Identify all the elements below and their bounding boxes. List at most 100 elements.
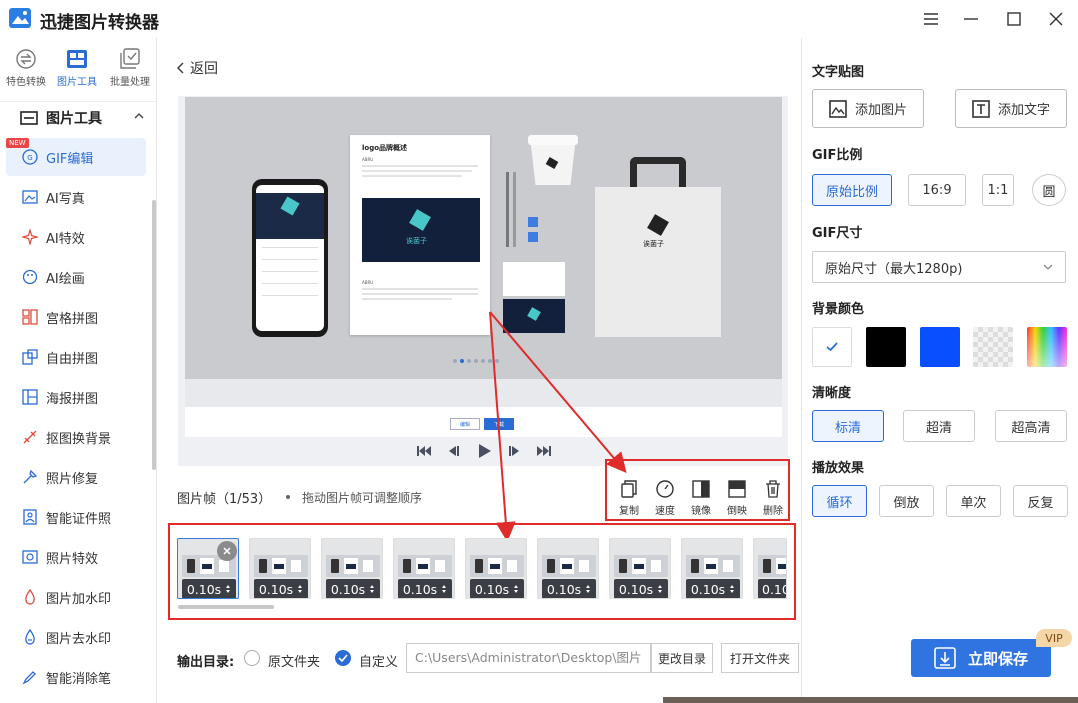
menu-cutout-bg[interactable]: 抠图换背景 [6, 418, 146, 456]
frame-thumb[interactable]: 0.10s [249, 538, 311, 599]
clarity-hd[interactable]: 超清 [903, 410, 975, 442]
clarity-uhd[interactable]: 超高清 [995, 410, 1067, 442]
grid-icon [67, 50, 87, 68]
frame-duration[interactable]: 0.10s [686, 579, 740, 598]
bullet-dot [286, 495, 290, 499]
radio-original-folder[interactable] [244, 650, 260, 666]
open-folder-button[interactable]: 打开文件夹 [721, 643, 799, 673]
back-button[interactable]: 返回 [176, 58, 218, 78]
tools-section-header[interactable]: 图片工具 [20, 108, 102, 128]
id-photo-icon [22, 509, 38, 525]
speed-button[interactable]: 速度 [648, 480, 682, 517]
maximize-icon[interactable] [999, 6, 1029, 32]
menu-id-photo[interactable]: 智能证件照 [6, 498, 146, 536]
ratio-circle[interactable]: 圆 [1032, 174, 1066, 206]
play-loop[interactable]: 循环 [812, 485, 867, 517]
menu-ai-painting[interactable]: AI绘画 [6, 258, 146, 296]
prev-frame-icon[interactable] [445, 442, 463, 460]
swap-icon [16, 49, 36, 69]
doc-brand: 诶菌子 [406, 237, 427, 245]
menu-remove-watermark[interactable]: 图片去水印 [6, 618, 146, 656]
menu-add-watermark[interactable]: 图片加水印 [6, 578, 146, 616]
output-path-input[interactable]: C:\Users\Administrator\Desktop\图片 [406, 643, 651, 673]
check-icon [338, 654, 348, 662]
bg-transparent-swatch[interactable] [973, 327, 1013, 367]
menu-ai-portrait[interactable]: AI写真 [6, 178, 146, 216]
bg-blue-swatch[interactable] [920, 327, 960, 367]
play-reverse[interactable]: 倒放 [879, 485, 934, 517]
frame-thumb[interactable]: 0.10s [321, 538, 383, 599]
watermark-add-icon [22, 589, 38, 605]
chevron-up-icon[interactable] [134, 112, 144, 120]
frame-thumb[interactable]: 0.10s [537, 538, 599, 599]
output-dir-label: 输出目录: [177, 655, 235, 670]
ratio-16-9[interactable]: 16:9 [908, 174, 966, 206]
frame-duration[interactable]: 0.10s [398, 579, 452, 598]
first-frame-icon[interactable] [415, 442, 433, 460]
frame-duration[interactable]: 0.10s [542, 579, 596, 598]
size-select[interactable]: 原始尺寸（最大1280p) [812, 251, 1066, 283]
change-dir-button[interactable]: 更改目录 [651, 643, 713, 673]
menu-icon[interactable] [916, 6, 946, 32]
frame-thumb[interactable]: 0.10 [753, 538, 787, 599]
delete-frame-button[interactable]: 删除 [756, 480, 790, 517]
app-title: 迅捷图片转换器 [40, 13, 159, 33]
frame-duration[interactable]: 0.10s [326, 579, 380, 598]
trash-icon [766, 480, 780, 498]
grid-puzzle-icon [22, 309, 38, 325]
mirror-button[interactable]: 镜像 [684, 480, 718, 517]
ratio-original[interactable]: 原始比例 [812, 174, 892, 206]
frame-thumb[interactable]: 0.10s [609, 538, 671, 599]
menu-ai-effects[interactable]: AI特效 [6, 218, 146, 256]
doc-title: logo品牌概述 [362, 144, 408, 152]
bg-white-swatch[interactable] [812, 327, 852, 367]
play-bounce[interactable]: 反复 [1013, 485, 1068, 517]
tab-image-tools[interactable]: 图片工具 [51, 48, 103, 98]
close-icon[interactable] [1041, 6, 1071, 32]
bg-title: 背景颜色 [812, 302, 865, 317]
frames-hint: 拖动图片帧可调整顺序 [302, 491, 423, 505]
frame-duration[interactable]: 0.10s [254, 579, 308, 598]
minimize-icon[interactable] [956, 6, 986, 32]
chevron-down-icon [1043, 264, 1053, 270]
stepper-icon [658, 585, 663, 593]
reflect-button[interactable]: 倒映 [720, 480, 754, 517]
menu-photo-effects[interactable]: 照片特效 [6, 538, 146, 576]
radio-custom-folder[interactable] [335, 650, 351, 666]
add-text-button[interactable]: 添加文字 [955, 89, 1067, 128]
effect-icon [22, 549, 38, 565]
frame-duration[interactable]: 0.10s [614, 579, 668, 598]
play-once[interactable]: 单次 [946, 485, 1001, 517]
sidebar-scrollbar[interactable] [152, 200, 156, 470]
frame-thumb[interactable]: 0.10s [393, 538, 455, 599]
chevron-left-icon [176, 62, 184, 74]
menu-eraser-pen[interactable]: 智能消除笔 [6, 658, 146, 696]
check-icon [826, 342, 838, 352]
frame-thumb[interactable]: 0.10s [465, 538, 527, 599]
stepper-icon [586, 585, 591, 593]
image-icon [22, 189, 38, 205]
frame-duration[interactable]: 0.10s [182, 579, 236, 598]
menu-poster-puzzle[interactable]: 海报拼图 [6, 378, 146, 416]
clarity-standard[interactable]: 标清 [812, 410, 884, 442]
batch-icon [120, 48, 140, 69]
ratio-1-1[interactable]: 1:1 [982, 174, 1014, 206]
remove-frame-icon[interactable] [217, 541, 237, 561]
divider [0, 101, 156, 102]
tab-batch[interactable]: 批量处理 [104, 48, 156, 98]
new-badge: NEW [6, 138, 29, 148]
menu-photo-repair[interactable]: 照片修复 [6, 458, 146, 496]
menu-free-puzzle[interactable]: 自由拼图 [6, 338, 146, 376]
frame-duration[interactable]: 0.10s [470, 579, 524, 598]
add-image-button[interactable]: 添加图片 [812, 89, 924, 128]
doc-subtitle-2: ABRU [362, 280, 374, 285]
bg-custom-color-swatch[interactable] [1027, 327, 1067, 367]
stepper-icon [298, 585, 303, 593]
bg-black-swatch[interactable] [866, 327, 906, 367]
frames-scrollbar[interactable] [178, 605, 274, 609]
tab-special-convert[interactable]: 特色转换 [0, 48, 52, 98]
frame-thumb[interactable]: 0.10s [681, 538, 743, 599]
save-button[interactable]: 立即保存 [911, 639, 1051, 677]
menu-grid-puzzle[interactable]: 宫格拼图 [6, 298, 146, 336]
frame-duration[interactable]: 0.10 [758, 579, 786, 598]
